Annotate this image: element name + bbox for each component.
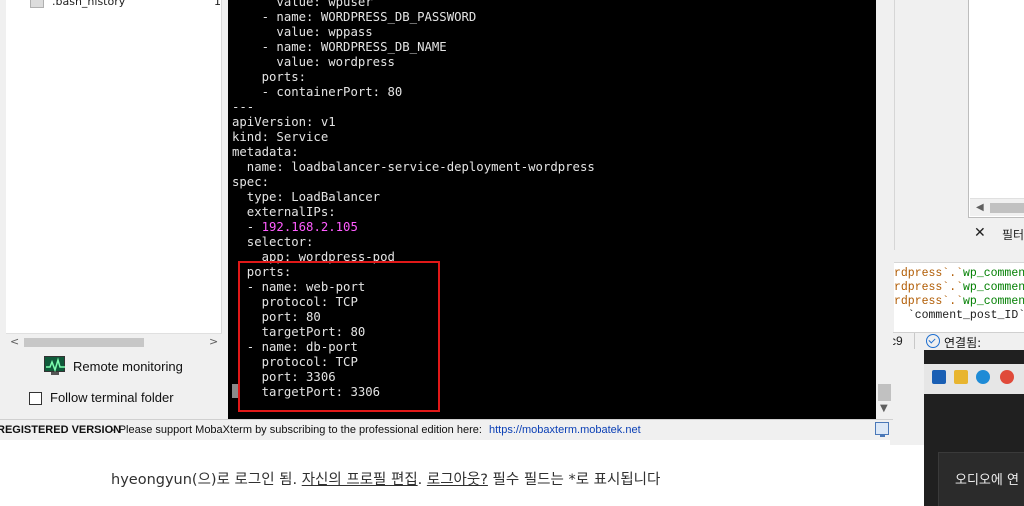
file-icon	[30, 0, 44, 8]
close-filter-icon[interactable]: ✕	[974, 225, 986, 241]
chrome-browser-icon[interactable]	[1000, 370, 1014, 384]
separator-text: .	[417, 472, 427, 488]
terminal-line: - name: WORDPRESS_DB_PASSWORD	[232, 10, 477, 24]
file-name: .bash_history	[52, 0, 126, 8]
edge-browser-icon[interactable]	[976, 370, 990, 384]
sql-line: rdpress`.`wp_commen	[894, 267, 1024, 280]
scroll-down-icon[interactable]: ▼	[880, 403, 888, 414]
taskbar	[924, 364, 1024, 394]
status-separator	[914, 333, 915, 349]
background-dark-window: 오디오에 연	[924, 350, 1024, 506]
remote-monitoring-label: Remote monitoring	[73, 359, 183, 374]
background-listbox[interactable]	[968, 0, 1024, 218]
follow-terminal-folder-checkbox[interactable]	[29, 392, 42, 405]
terminal-line: - 192.168.2.105	[232, 220, 358, 234]
terminal-line: externalIPs:	[232, 205, 336, 219]
terminal-line: value: wpuser	[232, 0, 373, 9]
connected-check-icon	[926, 334, 940, 348]
sql-editor[interactable]: rdpress`.`wp_commen rdpress`.`wp_commen rd…	[894, 262, 1024, 332]
edit-profile-link[interactable]: 자신의 프로필 편집	[302, 472, 418, 488]
scroll-thumb[interactable]	[24, 338, 144, 347]
terminal-line: ports:	[232, 70, 307, 84]
sftp-sidebar: .bash_history 1 < > Remote monitoring Fo…	[0, 0, 228, 417]
screen-icon[interactable]	[875, 422, 889, 437]
background-horizontal-scrollbar[interactable]: ◀	[970, 198, 1024, 216]
windows-start-icon[interactable]	[932, 370, 946, 384]
terminal-line: ---	[232, 100, 255, 114]
terminal-line: name: loadbalancer-service-deployment-wo…	[232, 160, 595, 174]
terminal-line: selector:	[232, 235, 314, 249]
terminal-line: - containerPort: 80	[232, 85, 403, 99]
terminal-line: value: wordpress	[232, 55, 395, 69]
scroll-left-icon[interactable]: <	[10, 335, 19, 348]
screen: ◀ ✕ 필터 rdpress`.`wp_commen rdpress`.`wp_c…	[0, 0, 1024, 506]
audio-notification[interactable]: 오디오에 연	[938, 452, 1024, 506]
file-browser-hscrollbar[interactable]: < >	[6, 333, 222, 350]
terminal-line: - name: WORDPRESS_DB_NAME	[232, 40, 447, 54]
terminal-line: value: wppass	[232, 25, 373, 39]
sql-line: rdpress`.`wp_commen	[894, 281, 1024, 294]
external-ip-value: 192.168.2.105	[261, 220, 358, 234]
follow-terminal-folder-label: Follow terminal folder	[50, 390, 174, 405]
scroll-left-icon[interactable]: ◀	[976, 202, 984, 213]
scroll-right-icon[interactable]: >	[209, 335, 218, 348]
sql-line: rdpress`.`wp_commen	[894, 295, 1024, 308]
sql-line: `comment_post_ID`	[894, 309, 1024, 322]
remote-monitoring-button[interactable]: Remote monitoring	[42, 355, 222, 377]
terminal-line: type: LoadBalancer	[232, 190, 381, 204]
terminal-vscrollbar[interactable]: ▼	[876, 0, 893, 419]
mobaxterm-window: .bash_history 1 < > Remote monitoring Fo…	[0, 0, 893, 440]
background-status-bar: c9 연결됨:	[890, 332, 1024, 350]
folder-icon[interactable]	[954, 370, 968, 384]
file-browser[interactable]: .bash_history 1	[6, 0, 222, 333]
filter-bar: ✕ 필터	[968, 222, 1024, 246]
follow-terminal-folder-toggle[interactable]: Follow terminal folder	[29, 389, 221, 409]
mobatek-link[interactable]: https://mobaxterm.mobatek.net	[489, 424, 641, 436]
monitor-stand	[51, 372, 59, 375]
file-row[interactable]: .bash_history 1	[6, 0, 222, 11]
logged-in-text: hyeongyun(으)로 로그인 됨.	[111, 472, 302, 488]
connected-status: 연결됨:	[944, 336, 982, 350]
terminal-line: spec:	[232, 175, 270, 189]
registered-version-label: REGISTERED VERSION	[0, 424, 122, 436]
mobaxterm-status-bar: REGISTERED VERSION - Please support Moba…	[0, 419, 893, 440]
support-message: - Please support MobaXterm by subscribin…	[112, 424, 482, 436]
file-size: 1	[214, 0, 221, 8]
audio-notification-text: 오디오에 연	[955, 473, 1019, 488]
monitor-icon	[44, 356, 65, 373]
required-fields-note: 필수 필드는 *로 표시됩니다	[487, 472, 661, 488]
logout-link[interactable]: 로그아웃?	[427, 472, 488, 488]
filter-label: 필터	[1002, 228, 1024, 242]
scroll-thumb[interactable]	[878, 384, 891, 401]
terminal-line: kind: Service	[232, 130, 329, 144]
scroll-thumb[interactable]	[990, 203, 1024, 213]
login-status-line: hyeongyun(으)로 로그인 됨. 자신의 프로필 편집. 로그아웃? 필…	[111, 468, 660, 489]
annotation-highlight-box	[238, 261, 440, 412]
terminal-line: metadata:	[232, 145, 299, 159]
terminal-line: apiVersion: v1	[232, 115, 336, 129]
